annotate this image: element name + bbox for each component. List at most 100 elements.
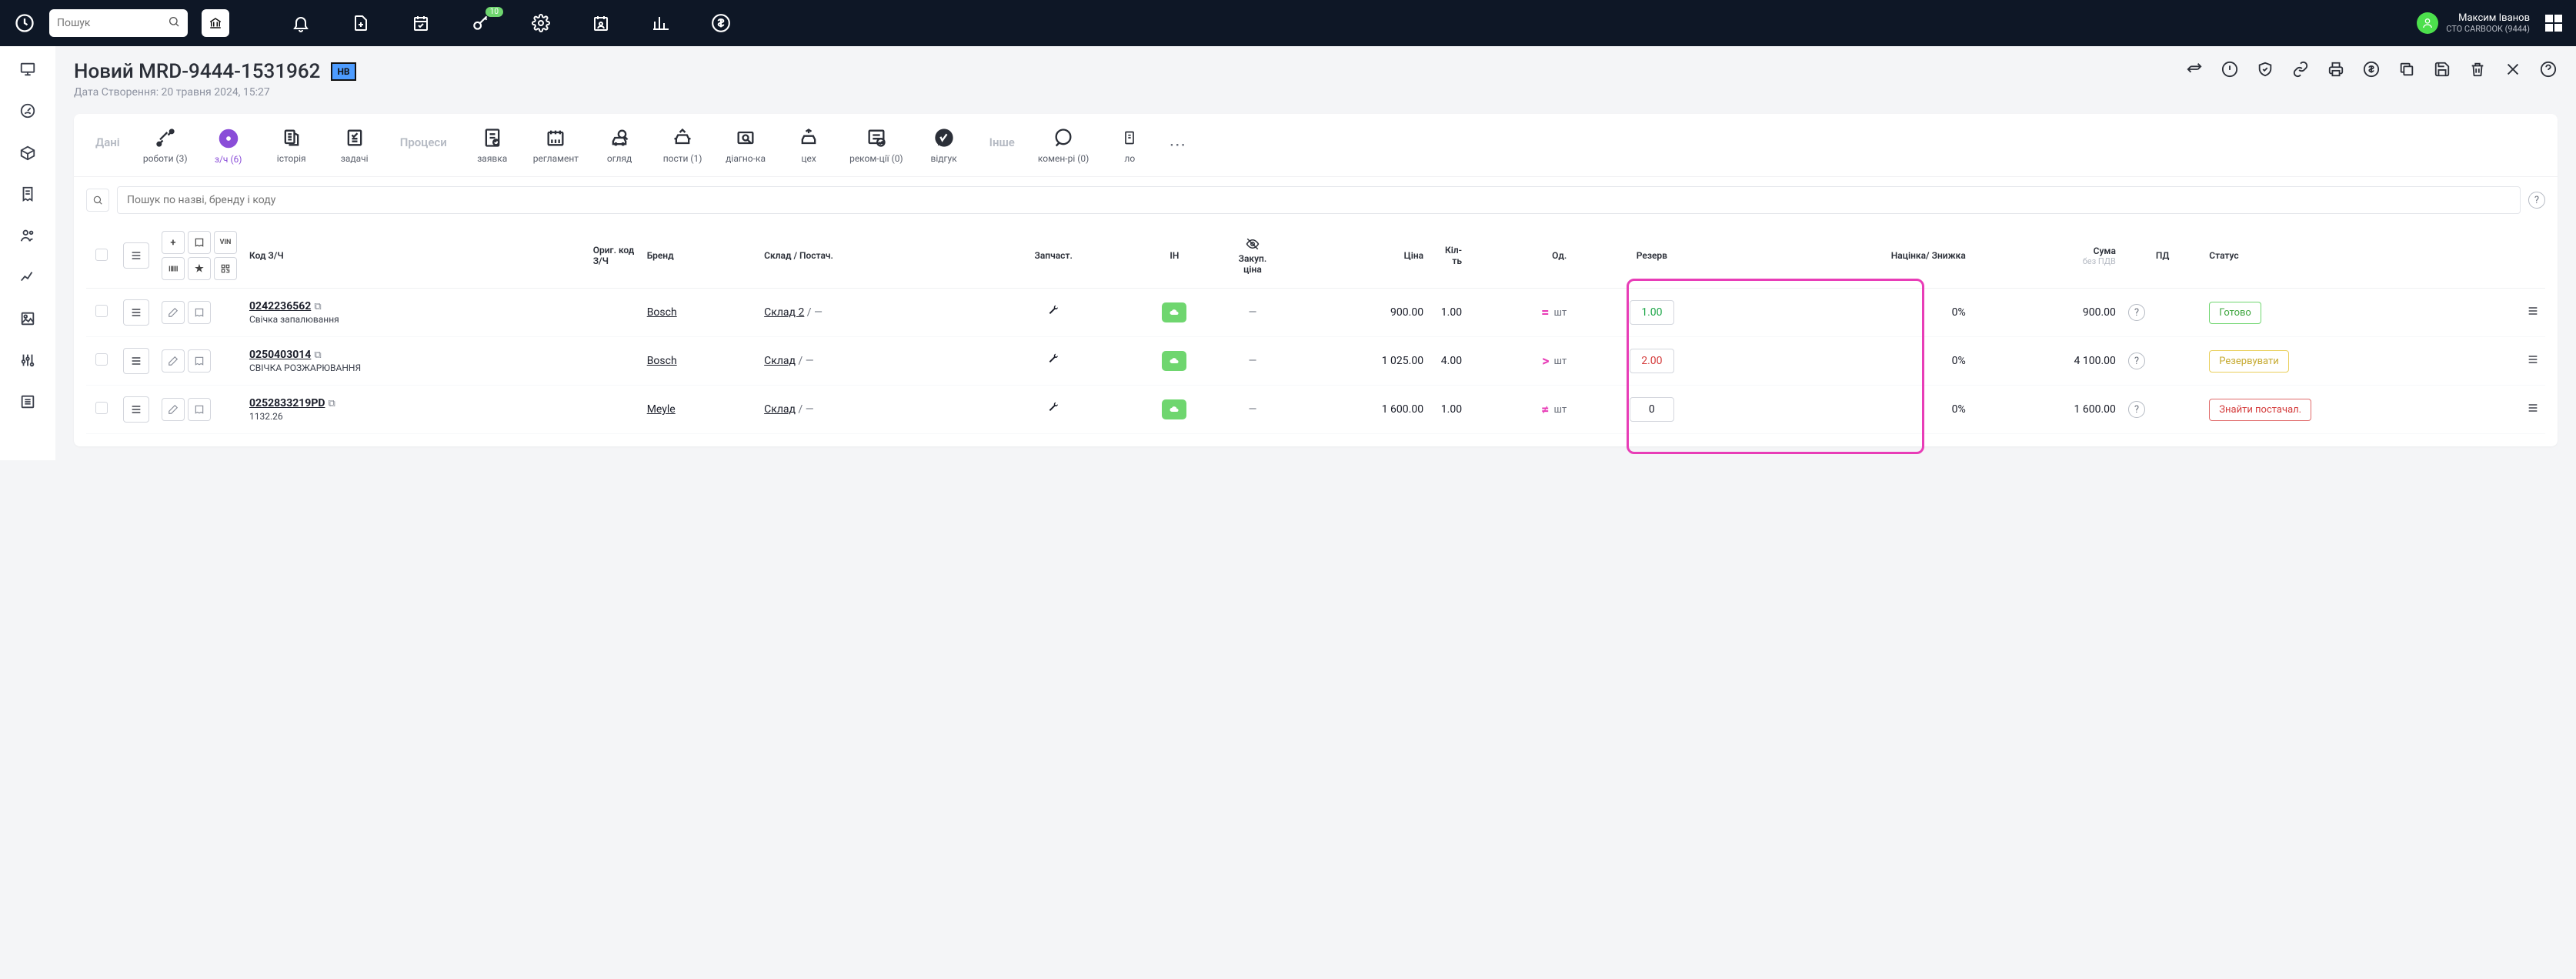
delete-icon[interactable]	[2468, 60, 2487, 79]
tab-regulations[interactable]: регламент	[524, 114, 588, 176]
row-catalog[interactable]	[188, 301, 211, 324]
contact-icon[interactable]	[589, 12, 612, 35]
warning-icon[interactable]	[2221, 60, 2239, 79]
transfer-icon[interactable]	[2185, 60, 2204, 79]
user-menu[interactable]: Максим Іванов СТО CARBOOK (9444)	[2417, 12, 2562, 35]
chart-icon[interactable]	[649, 12, 672, 35]
tab-request[interactable]: заявка	[461, 114, 524, 176]
tab-works[interactable]: роботи (3)	[134, 114, 197, 176]
row-menu[interactable]	[123, 299, 149, 326]
tab-parts[interactable]: з/ч (6)	[197, 114, 260, 176]
row-more[interactable]	[2527, 356, 2539, 369]
cloud-icon[interactable]	[1162, 302, 1186, 322]
row-menu[interactable]	[123, 396, 149, 423]
part-code[interactable]: 0242236562	[249, 300, 311, 312]
tabs-more[interactable]: ⋯	[1161, 114, 1193, 176]
row-edit[interactable]	[162, 349, 185, 373]
warehouse-link[interactable]: Склад 2	[764, 306, 804, 319]
reserve-box[interactable]: 2.00	[1630, 349, 1674, 373]
nav-analytics-icon[interactable]	[18, 268, 37, 286]
row-checkbox[interactable]	[95, 402, 108, 414]
help-icon[interactable]	[2539, 60, 2558, 79]
tool-star[interactable]: ★	[188, 257, 211, 280]
tab-recom[interactable]: реком-ції (0)	[840, 114, 913, 176]
dollar-icon[interactable]	[709, 12, 732, 35]
nav-users-icon[interactable]	[18, 226, 37, 245]
tool-book[interactable]	[188, 231, 211, 254]
link-icon[interactable]	[2291, 60, 2310, 79]
copy-icon[interactable]: ⧉	[328, 398, 335, 409]
row-more[interactable]	[2527, 405, 2539, 417]
bell-icon[interactable]	[289, 12, 312, 35]
pay-icon[interactable]	[2362, 60, 2381, 79]
row-edit[interactable]	[162, 398, 185, 421]
reserve-box[interactable]: 0	[1630, 397, 1674, 422]
nav-box-icon[interactable]	[18, 143, 37, 162]
row-checkbox[interactable]	[95, 305, 108, 317]
brand-link[interactable]: Meyle	[647, 403, 676, 416]
apps-icon[interactable]	[2545, 15, 2562, 32]
tab-tasks[interactable]: задачі	[323, 114, 386, 176]
part-code[interactable]: 0250403014	[249, 349, 311, 361]
pd-help[interactable]: ?	[2128, 304, 2145, 321]
nav-dashboard-icon[interactable]	[18, 102, 37, 120]
nav-receipt-icon[interactable]	[18, 185, 37, 203]
inner-search-input[interactable]	[117, 186, 2521, 214]
header-menu[interactable]	[123, 242, 149, 269]
key-icon[interactable]: 10	[469, 12, 492, 35]
nav-list-icon[interactable]	[18, 393, 37, 411]
status-button[interactable]: Знайти постачал.	[2209, 399, 2311, 421]
tool-add[interactable]: +	[162, 231, 185, 254]
copy-icon[interactable]	[2397, 60, 2416, 79]
status-button[interactable]: Резервувати	[2209, 350, 2288, 373]
shield-icon[interactable]	[2256, 60, 2274, 79]
bank-button[interactable]	[202, 9, 229, 37]
row-catalog[interactable]	[188, 398, 211, 421]
app-logo[interactable]	[14, 12, 35, 34]
cloud-icon[interactable]	[1162, 399, 1186, 419]
col-origcode: Ориг. код З/Ч	[587, 223, 641, 289]
header-checkbox[interactable]	[95, 249, 108, 261]
status-button[interactable]: Готово	[2209, 302, 2261, 324]
tab-feedback[interactable]: відгук	[913, 114, 976, 176]
tab-comments[interactable]: комен-рі (0)	[1029, 114, 1098, 176]
brand-link[interactable]: Bosch	[647, 306, 677, 319]
warehouse-link[interactable]: Склад	[764, 403, 796, 416]
cloud-icon[interactable]	[1162, 351, 1186, 371]
nav-monitor-icon[interactable]	[18, 60, 37, 79]
tool-qr[interactable]	[214, 257, 237, 280]
warehouse-link[interactable]: Склад	[764, 355, 796, 367]
inner-search-icon[interactable]	[86, 189, 109, 212]
tool-barcode[interactable]	[162, 257, 185, 280]
tab-diag[interactable]: діагно-ка	[714, 114, 777, 176]
global-search-input[interactable]	[57, 17, 168, 29]
row-menu[interactable]	[123, 348, 149, 374]
tab-log[interactable]: ло	[1098, 114, 1161, 176]
inner-help-icon[interactable]: ?	[2528, 192, 2545, 209]
row-edit[interactable]	[162, 301, 185, 324]
settings-icon[interactable]	[529, 12, 552, 35]
new-doc-icon[interactable]	[349, 12, 372, 35]
print-icon[interactable]	[2327, 60, 2345, 79]
brand-link[interactable]: Bosch	[647, 355, 677, 367]
row-catalog[interactable]	[188, 349, 211, 373]
pd-help[interactable]: ?	[2128, 353, 2145, 369]
tab-posts[interactable]: пости (1)	[651, 114, 714, 176]
close-icon[interactable]	[2504, 60, 2522, 79]
row-more[interactable]	[2527, 308, 2539, 320]
part-code[interactable]: 0252833219PD	[249, 397, 325, 409]
pd-help[interactable]: ?	[2128, 401, 2145, 418]
nav-image-icon[interactable]	[18, 309, 37, 328]
row-checkbox[interactable]	[95, 353, 108, 366]
copy-icon[interactable]: ⧉	[314, 349, 321, 361]
nav-sliders-icon[interactable]	[18, 351, 37, 369]
reserve-box[interactable]: 1.00	[1630, 300, 1674, 325]
tab-workshop[interactable]: цех	[777, 114, 840, 176]
save-icon[interactable]	[2433, 60, 2451, 79]
copy-icon[interactable]: ⧉	[314, 301, 321, 312]
tab-inspection[interactable]: огляд	[588, 114, 651, 176]
global-search[interactable]	[49, 9, 188, 37]
tool-vin[interactable]: VIN	[214, 231, 237, 254]
tab-history[interactable]: історія	[260, 114, 323, 176]
calendar-check-icon[interactable]	[409, 12, 432, 35]
